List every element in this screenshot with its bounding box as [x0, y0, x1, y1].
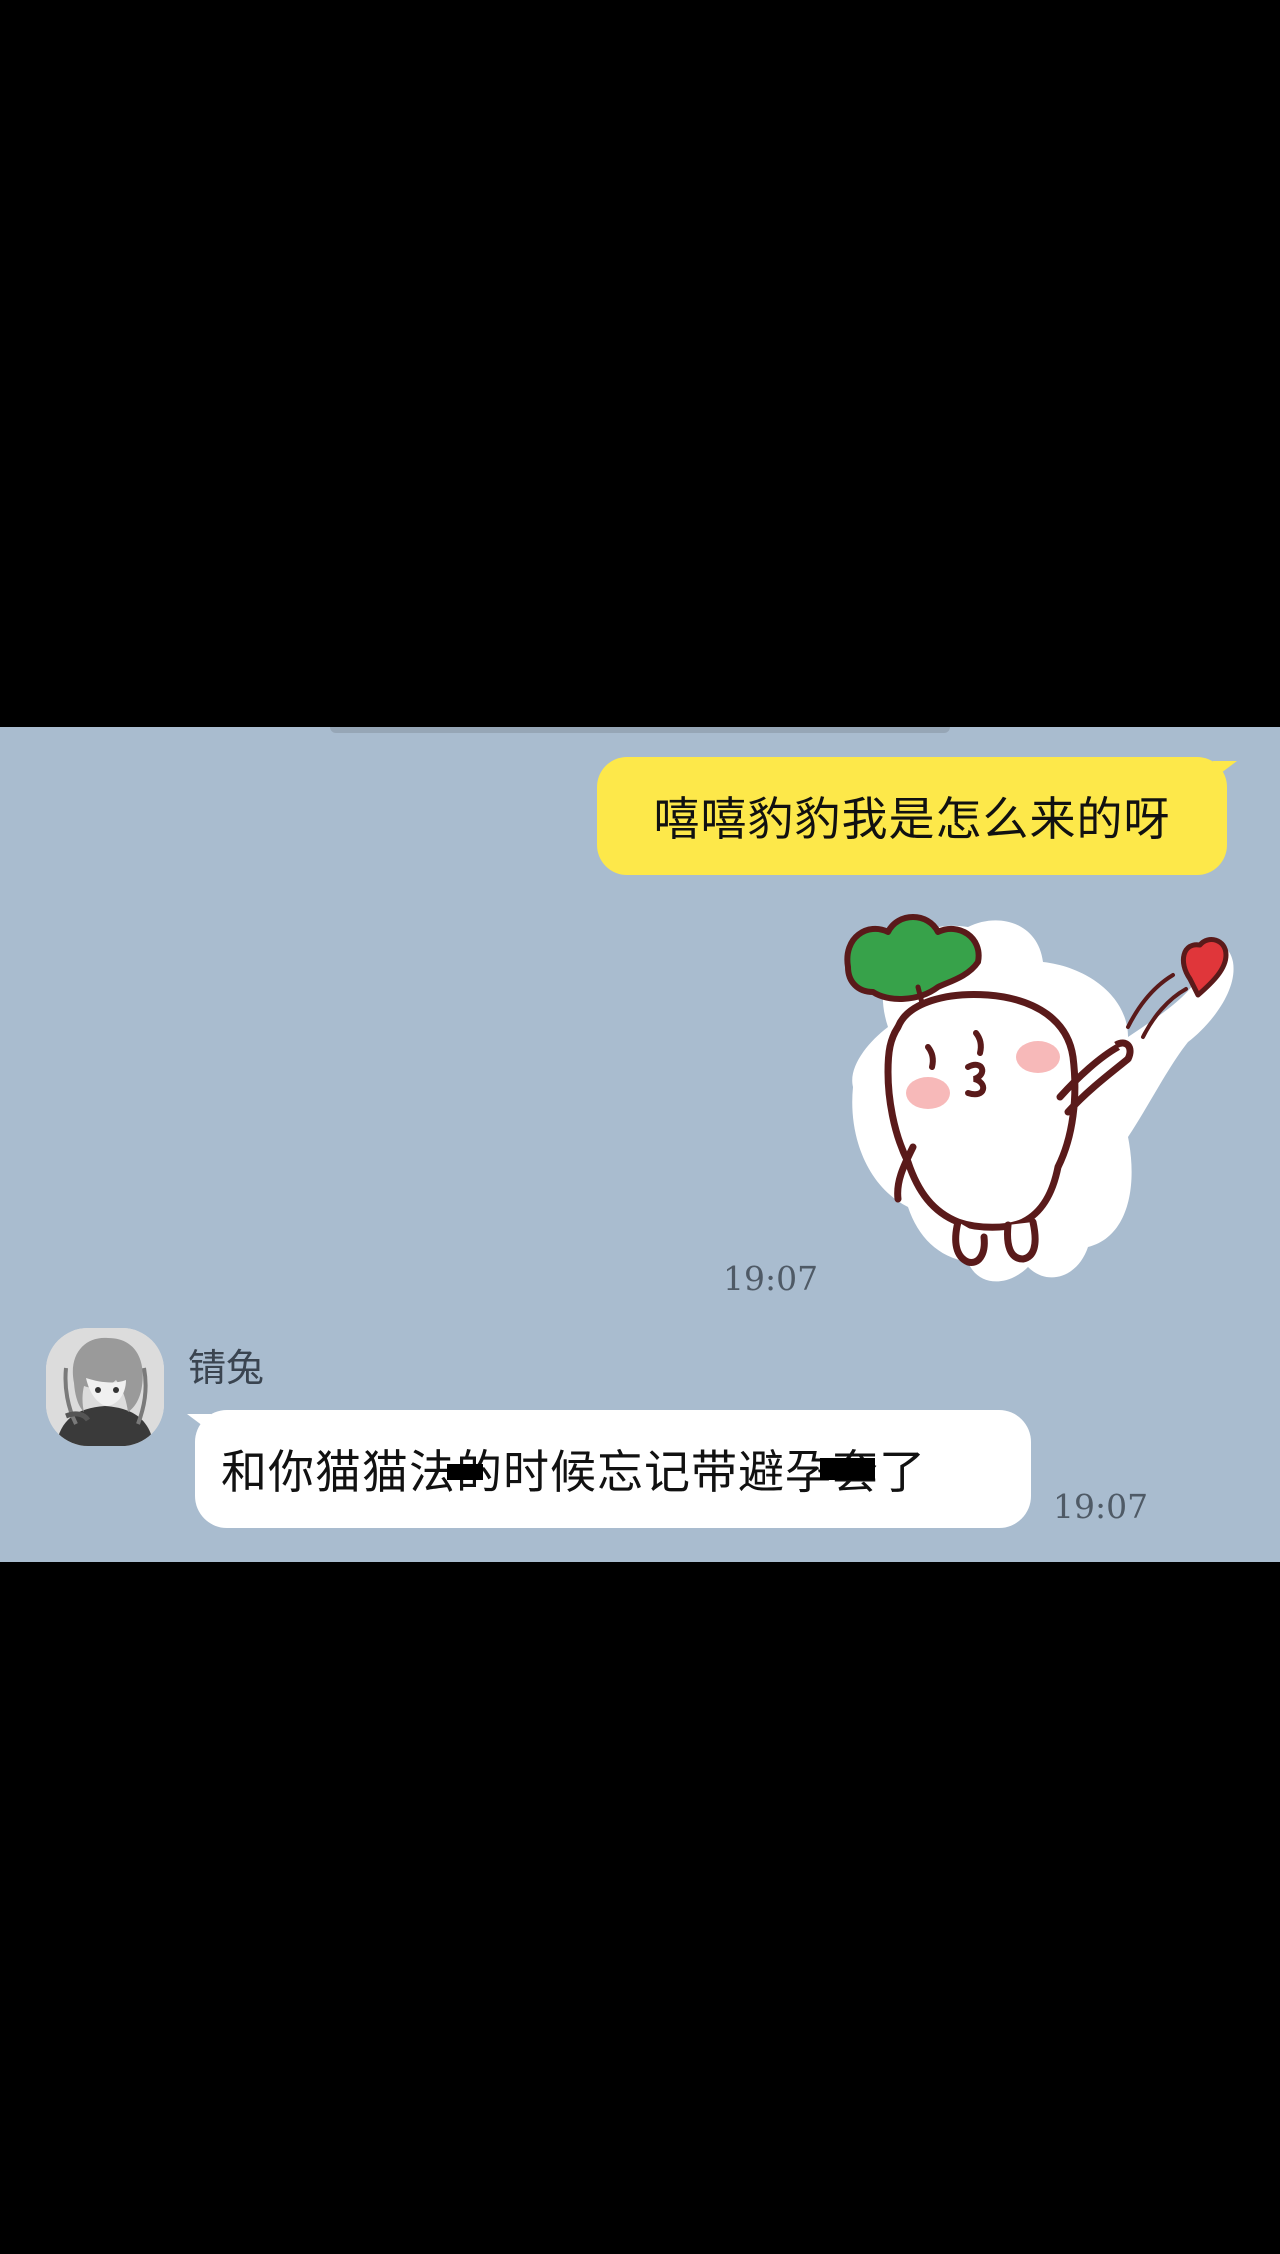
censor-mark [820, 1458, 875, 1480]
avatar-portrait-icon [46, 1328, 164, 1446]
outgoing-timestamp: 19:07 [723, 1259, 819, 1298]
chat-area[interactable]: 嘻嘻豹豹我是怎么来的呀 19:07 锖兔 和你猫猫法的时候忘记带避孕套了 19:… [0, 727, 1280, 1562]
letterbox-bottom [0, 1562, 1280, 2254]
radish-sticker-icon[interactable] [828, 907, 1238, 1307]
incoming-message-bubble[interactable]: 和你猫猫法的时候忘记带避孕套了 [187, 1410, 1031, 1528]
sender-name: 锖兔 [188, 1346, 265, 1390]
outgoing-message-text: 嘻嘻豹豹我是怎么来的呀 [653, 792, 1171, 846]
sender-avatar[interactable] [46, 1328, 164, 1446]
incoming-timestamp: 19:07 [1053, 1487, 1149, 1526]
top-shadow [330, 727, 950, 733]
censor-mark [447, 1464, 483, 1480]
letterbox-top [0, 0, 1280, 727]
outgoing-message-bubble[interactable]: 嘻嘻豹豹我是怎么来的呀 [597, 757, 1237, 875]
